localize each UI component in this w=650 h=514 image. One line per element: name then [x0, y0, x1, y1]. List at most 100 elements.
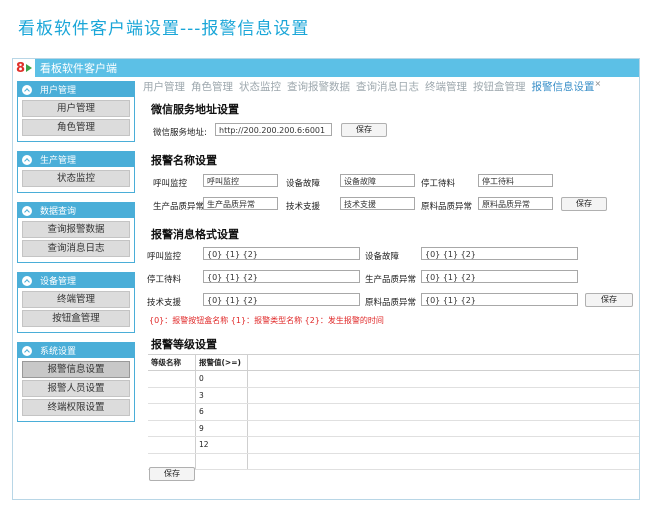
- sidebar-item-role-management[interactable]: 角色管理: [22, 119, 130, 136]
- level-name-cell[interactable]: [148, 387, 196, 403]
- collapse-chevron-icon[interactable]: [22, 275, 32, 286]
- sidebar-item-terminal-management[interactable]: 终端管理: [22, 291, 130, 308]
- sidebar-item-button-box-management[interactable]: 按钮盒管理: [22, 310, 130, 327]
- alarm-name-input-tech-support[interactable]: 技术支援: [340, 197, 415, 210]
- tab-user-management[interactable]: 用户管理: [143, 79, 185, 93]
- alarm-format-input-call-monitor[interactable]: {0} {1} {2}: [203, 247, 360, 260]
- alarm-name-label-raw-material-quality: 原料品质异常: [421, 202, 473, 212]
- sidebar-item-query-message-log[interactable]: 查询消息日志: [22, 240, 130, 257]
- wechat-address-label: 微信服务地址:: [153, 128, 207, 138]
- sidebar-group-header[interactable]: 用户管理: [18, 82, 134, 97]
- wechat-address-input[interactable]: http://200.200.200.6:6001: [215, 123, 332, 136]
- sidebar-item-query-alarm-data[interactable]: 查询报警数据: [22, 221, 130, 238]
- group-title: 用户管理: [40, 86, 77, 96]
- tab-terminal-management[interactable]: 终端管理: [425, 79, 467, 93]
- alarm-format-label-material-wait: 停工待料: [147, 275, 182, 285]
- tab-bar: 用户管理 角色管理 状态监控 查询报警数据 查询消息日志 终端管理 按钮盒管理 …: [143, 79, 639, 93]
- sidebar: 用户管理 用户管理 角色管理 生产管理 状态监控 数据查询 查询报警数据 查询消…: [17, 81, 135, 431]
- alarm-name-label-production-quality: 生产品质异常: [153, 202, 205, 212]
- alarm-name-input-material-wait[interactable]: 停工待料: [478, 174, 553, 187]
- table-row[interactable]: 12: [148, 437, 639, 454]
- tab-alarm-info-settings[interactable]: 报警信息设置×: [532, 79, 602, 93]
- sidebar-item-alarm-personnel-settings[interactable]: 报警人员设置: [22, 380, 130, 397]
- alarm-value-cell[interactable]: [196, 453, 248, 469]
- alarm-format-label-production-quality: 生产品质异常: [365, 275, 417, 285]
- sidebar-group-device: 设备管理 终端管理 按钮盒管理: [17, 272, 135, 333]
- alarm-format-label-tech-support: 技术支援: [147, 298, 182, 308]
- alarm-name-label-device-fault: 设备故障: [286, 179, 321, 189]
- collapse-chevron-icon[interactable]: [22, 205, 32, 216]
- table-row[interactable]: 0: [148, 371, 639, 388]
- alarm-format-input-device-fault[interactable]: {0} {1} {2}: [421, 247, 578, 260]
- tab-query-message-log[interactable]: 查询消息日志: [356, 79, 419, 93]
- sidebar-group-header[interactable]: 数据查询: [18, 203, 134, 218]
- sidebar-item-status-monitor[interactable]: 状态监控: [22, 170, 130, 187]
- alarm-name-label-material-wait: 停工待料: [421, 179, 456, 189]
- level-name-cell[interactable]: [148, 371, 196, 387]
- alarm-level-save-button[interactable]: 保存: [149, 467, 195, 481]
- sidebar-group-user: 用户管理 用户管理 角色管理: [17, 81, 135, 142]
- collapse-chevron-icon[interactable]: [22, 84, 32, 95]
- page-title: 看板软件客户端设置---报警信息设置: [18, 19, 310, 39]
- table-row[interactable]: 3: [148, 387, 639, 404]
- tab-label: 报警信息设置: [531, 81, 595, 93]
- alarm-format-label-raw-material-quality: 原料品质异常: [365, 298, 417, 308]
- app-window: 8 看板软件客户端 用户管理 用户管理 角色管理 生产管理 状态监控 数据查询 …: [12, 58, 640, 500]
- alarm-name-label-call-monitor: 呼叫监控: [153, 179, 188, 189]
- tab-button-box-management[interactable]: 按钮盒管理: [473, 79, 526, 93]
- table-header-row: 等级名称 报警值(>=): [148, 355, 639, 371]
- tab-query-alarm-data[interactable]: 查询报警数据: [287, 79, 350, 93]
- level-name-cell[interactable]: [148, 437, 196, 453]
- wechat-save-button[interactable]: 保存: [341, 123, 387, 137]
- collapse-chevron-icon[interactable]: [22, 345, 32, 356]
- group-title: 数据查询: [40, 207, 77, 217]
- sidebar-group-system: 系统设置 报警信息设置 报警人员设置 终端权限设置: [17, 342, 135, 422]
- sidebar-item-alarm-info-settings[interactable]: 报警信息设置: [22, 361, 130, 378]
- level-name-cell[interactable]: [148, 404, 196, 420]
- alarm-value-cell[interactable]: 6: [196, 404, 248, 420]
- alarm-level-table: 等级名称 报警值(>=) 0 3 6 9 12: [148, 354, 639, 470]
- alarm-level-section-title: 报警等级设置: [151, 338, 217, 351]
- sidebar-item-terminal-permission-settings[interactable]: 终端权限设置: [22, 399, 130, 416]
- sidebar-group-header[interactable]: 生产管理: [18, 152, 134, 167]
- title-bar: 8 看板软件客户端: [13, 59, 639, 77]
- collapse-chevron-icon[interactable]: [22, 154, 32, 165]
- tab-role-management[interactable]: 角色管理: [191, 79, 233, 93]
- alarm-name-save-button[interactable]: 保存: [561, 197, 607, 211]
- table-row[interactable]: 9: [148, 420, 639, 437]
- alarm-format-label-device-fault: 设备故障: [365, 252, 400, 262]
- alarm-format-input-tech-support[interactable]: {0} {1} {2}: [203, 293, 360, 306]
- app-name: 看板软件客户端: [40, 62, 117, 75]
- format-placeholder-hint: {0}：报警按钮盒名称 {1}：报警类型名称 {2}：发生报警的时间: [149, 316, 384, 325]
- level-name-cell[interactable]: [148, 420, 196, 436]
- alarm-format-label-call-monitor: 呼叫监控: [147, 252, 182, 262]
- tab-status-monitor[interactable]: 状态监控: [239, 79, 281, 93]
- alarm-name-input-call-monitor[interactable]: 呼叫监控: [203, 174, 278, 187]
- main-content: 用户管理 角色管理 状态监控 查询报警数据 查询消息日志 终端管理 按钮盒管理 …: [143, 79, 639, 499]
- group-title: 系统设置: [40, 347, 77, 357]
- alarm-format-save-button[interactable]: 保存: [585, 293, 633, 307]
- alarm-name-input-production-quality[interactable]: 生产品质异常: [203, 197, 278, 210]
- alarm-name-input-raw-material-quality[interactable]: 原料品质异常: [478, 197, 553, 210]
- alarm-format-input-raw-material-quality[interactable]: {0} {1} {2}: [421, 293, 578, 306]
- alarm-value-cell[interactable]: 12: [196, 437, 248, 453]
- table-row[interactable]: [148, 453, 639, 470]
- alarm-value-cell[interactable]: 0: [196, 371, 248, 387]
- wechat-section-title: 微信服务地址设置: [151, 103, 239, 116]
- alarm-value-cell[interactable]: 9: [196, 420, 248, 436]
- group-title: 生产管理: [40, 156, 77, 166]
- sidebar-group-header[interactable]: 系统设置: [18, 343, 134, 358]
- close-icon[interactable]: ×: [595, 79, 602, 88]
- table-row[interactable]: 6: [148, 404, 639, 421]
- alarm-name-input-device-fault[interactable]: 设备故障: [340, 174, 415, 187]
- app-logo-icon: 8: [13, 59, 36, 77]
- group-title: 设备管理: [40, 277, 77, 287]
- alarm-format-section-title: 报警消息格式设置: [151, 228, 239, 241]
- alarm-format-input-material-wait[interactable]: {0} {1} {2}: [203, 270, 360, 283]
- column-header-alarm-value: 报警值(>=): [196, 355, 248, 370]
- alarm-format-input-production-quality[interactable]: {0} {1} {2}: [421, 270, 578, 283]
- column-header-level-name: 等级名称: [148, 355, 196, 370]
- sidebar-group-header[interactable]: 设备管理: [18, 273, 134, 288]
- alarm-value-cell[interactable]: 3: [196, 387, 248, 403]
- sidebar-item-user-management[interactable]: 用户管理: [22, 100, 130, 117]
